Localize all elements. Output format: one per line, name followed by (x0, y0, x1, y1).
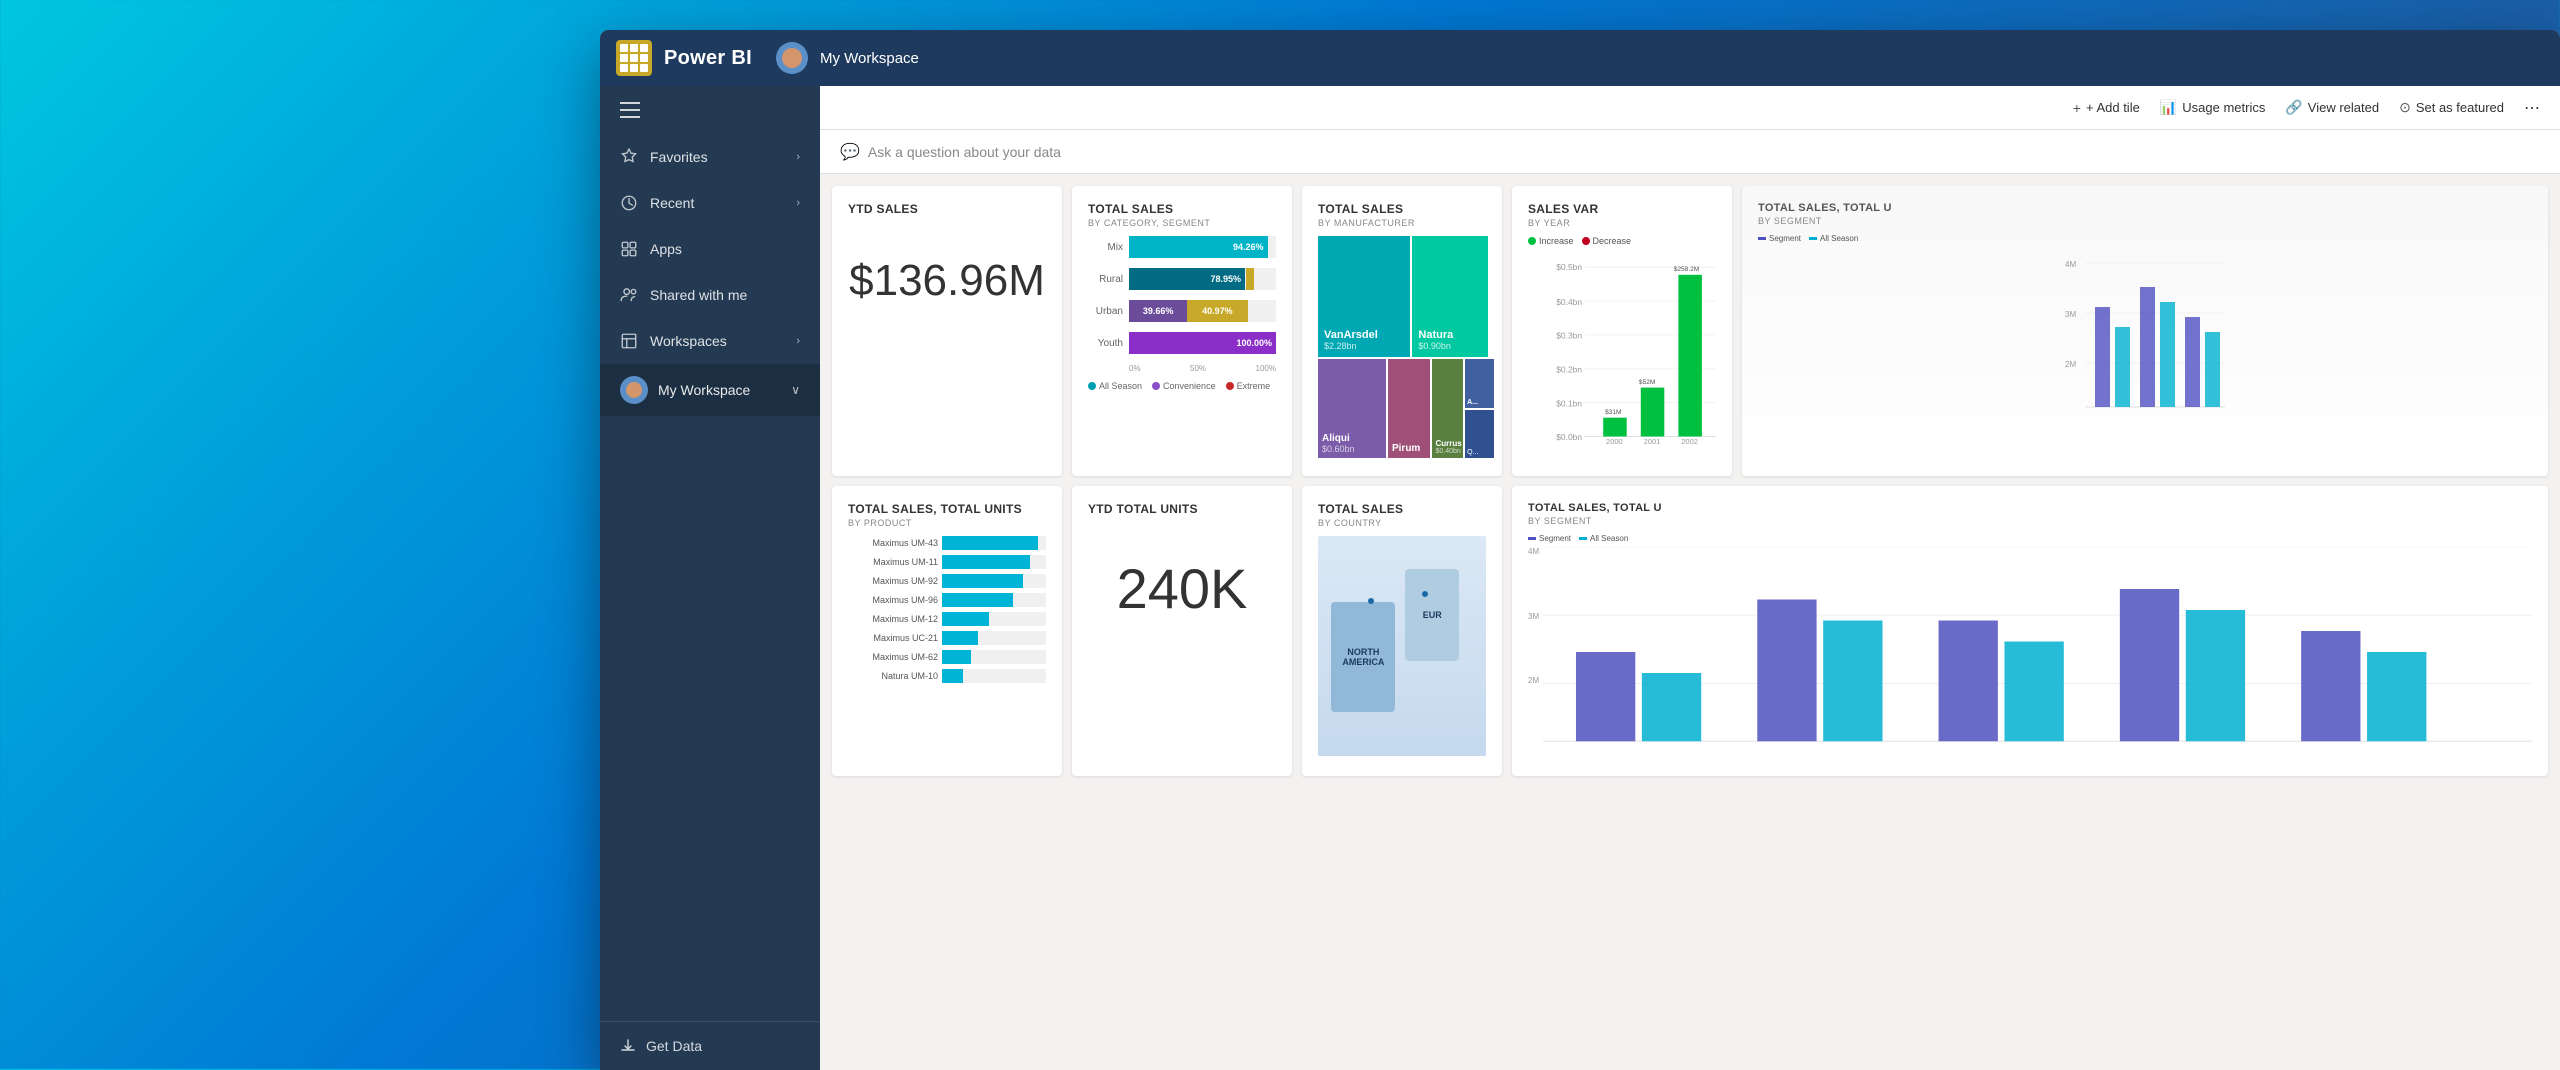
svg-text:$52M: $52M (1639, 379, 1655, 386)
svg-text:$0.0bn: $0.0bn (1556, 432, 1582, 442)
view-related-icon: 🔗 (2285, 99, 2302, 116)
sidebar-item-shared-with-me[interactable]: Shared with me (600, 272, 820, 318)
svg-text:$258.2M: $258.2M (1674, 266, 1700, 273)
sidebar-item-recent[interactable]: Recent › (600, 180, 820, 226)
category-legend: All Season Convenience Extreme (1088, 381, 1276, 391)
get-data-button[interactable]: Get Data (620, 1038, 800, 1054)
my-workspace-chevron: ∨ (791, 383, 800, 397)
svg-text:$31M: $31M (1605, 409, 1621, 416)
europe-label: EUR (1423, 610, 1442, 620)
dashboard: YTD Sales $136.96M Total Sales BY CATEGO… (820, 174, 2560, 1070)
tile-segment-chart: Total Sales, Total U BY SEGMENT Segment … (1512, 486, 2548, 776)
tile-ytd-total-units: YTD Total Units 240K (1072, 486, 1292, 776)
add-tile-icon: + (2073, 100, 2081, 116)
sidebar-item-favorites[interactable]: Favorites › (600, 134, 820, 180)
svg-text:2M: 2M (2065, 360, 2076, 369)
tile-sales-var-year: Sales Var BY YEAR Increase Decrease (1512, 186, 1732, 476)
ytd-units-value: 240K (1088, 556, 1276, 621)
svg-text:2002: 2002 (1681, 437, 1698, 446)
title-bar: Power BI My Workspace (600, 30, 2560, 86)
add-tile-button[interactable]: + + Add tile (2073, 100, 2140, 116)
manufacturer-subtitle: BY MANUFACTURER (1318, 218, 1486, 228)
country-map: NORTHAMERICA EUR (1318, 536, 1486, 756)
workspace-label: My Workspace (820, 50, 919, 67)
svg-text:$0.4bn: $0.4bn (1556, 297, 1582, 307)
sidebar: Favorites › Recent › (600, 86, 820, 1070)
sales-var-subtitle: BY YEAR (1528, 218, 1716, 228)
more-icon: ⋯ (2524, 98, 2540, 118)
sales-var-title: Sales Var (1528, 202, 1716, 216)
view-related-button[interactable]: 🔗 View related (2285, 99, 2379, 116)
manufacturer-title: Total Sales (1318, 202, 1486, 216)
qa-placeholder: Ask a question about your data (868, 144, 1061, 160)
sidebar-bottom: Get Data (600, 1021, 820, 1070)
sidebar-item-my-workspace[interactable]: My Workspace ∨ (600, 364, 820, 416)
category-bar-chart: Mix 94.26% Rural (1088, 236, 1276, 391)
svg-text:2001: 2001 (1644, 437, 1661, 446)
svg-text:$0.2bn: $0.2bn (1556, 365, 1582, 375)
tile-extra: Total Sales, Total U BY SEGMENT Segment … (1742, 186, 2548, 476)
tile-ytd-sales: YTD Sales $136.96M (832, 186, 1062, 476)
chat-icon: 💬 (840, 142, 860, 162)
total-sales-cat-title: Total Sales (1088, 202, 1276, 216)
sidebar-item-workspaces[interactable]: Workspaces › (600, 318, 820, 364)
featured-icon: ⊙ (2399, 99, 2411, 116)
svg-text:$0.1bn: $0.1bn (1556, 398, 1582, 408)
recent-chevron: › (796, 197, 800, 209)
sidebar-nav: Favorites › Recent › (600, 134, 820, 1021)
ytd-sales-title: YTD Sales (848, 202, 1046, 216)
content-area: + + Add tile 📊 Usage metrics 🔗 View rela… (820, 86, 2560, 1070)
total-sales-cat-subtitle: BY CATEGORY, SEGMENT (1088, 218, 1276, 228)
svg-text:$0.3bn: $0.3bn (1556, 331, 1582, 341)
toolbar: + + Add tile 📊 Usage metrics 🔗 View rela… (820, 86, 2560, 130)
favorites-chevron: › (796, 151, 800, 163)
avatar[interactable] (776, 42, 808, 74)
product-bar-chart: Maximus UM-43 Maximus UM-11 Maximus UM-9… (848, 536, 1046, 683)
app-title: Power BI (664, 47, 752, 70)
more-options-button[interactable]: ⋯ (2524, 98, 2540, 118)
ytd-sales-value: $136.96M (848, 256, 1046, 306)
svg-text:2000: 2000 (1606, 437, 1623, 446)
svg-text:3M: 3M (2065, 310, 2076, 319)
apps-waffle-icon[interactable] (616, 40, 652, 76)
usage-metrics-icon: 📊 (2160, 99, 2177, 116)
tile-total-sales-category: Total Sales BY CATEGORY, SEGMENT Mix 94.… (1072, 186, 1292, 476)
tile-total-units-product: Total Sales, Total Units BY PRODUCT Maxi… (832, 486, 1062, 776)
app-window: Power BI My Workspace Favorites › (600, 30, 2560, 1070)
main-layout: Favorites › Recent › (600, 86, 2560, 1070)
svg-text:4M: 4M (2065, 260, 2076, 269)
workspaces-chevron: › (796, 335, 800, 347)
tile-total-sales-country: Total Sales BY COUNTRY NORTHAMERICA EUR (1302, 486, 1502, 776)
svg-text:$0.5bn: $0.5bn (1556, 262, 1582, 272)
usage-metrics-button[interactable]: 📊 Usage metrics (2160, 99, 2266, 116)
sidebar-item-apps[interactable]: Apps (600, 226, 820, 272)
my-workspace-avatar (620, 376, 648, 404)
tile-total-sales-manufacturer: Total Sales BY MANUFACTURER VanArsdel $2… (1302, 186, 1502, 476)
hamburger-button[interactable] (600, 86, 820, 134)
qa-bar[interactable]: 💬 Ask a question about your data (820, 130, 2560, 174)
set-as-featured-button[interactable]: ⊙ Set as featured (2399, 99, 2504, 116)
north-america-label: NORTHAMERICA (1342, 647, 1384, 667)
